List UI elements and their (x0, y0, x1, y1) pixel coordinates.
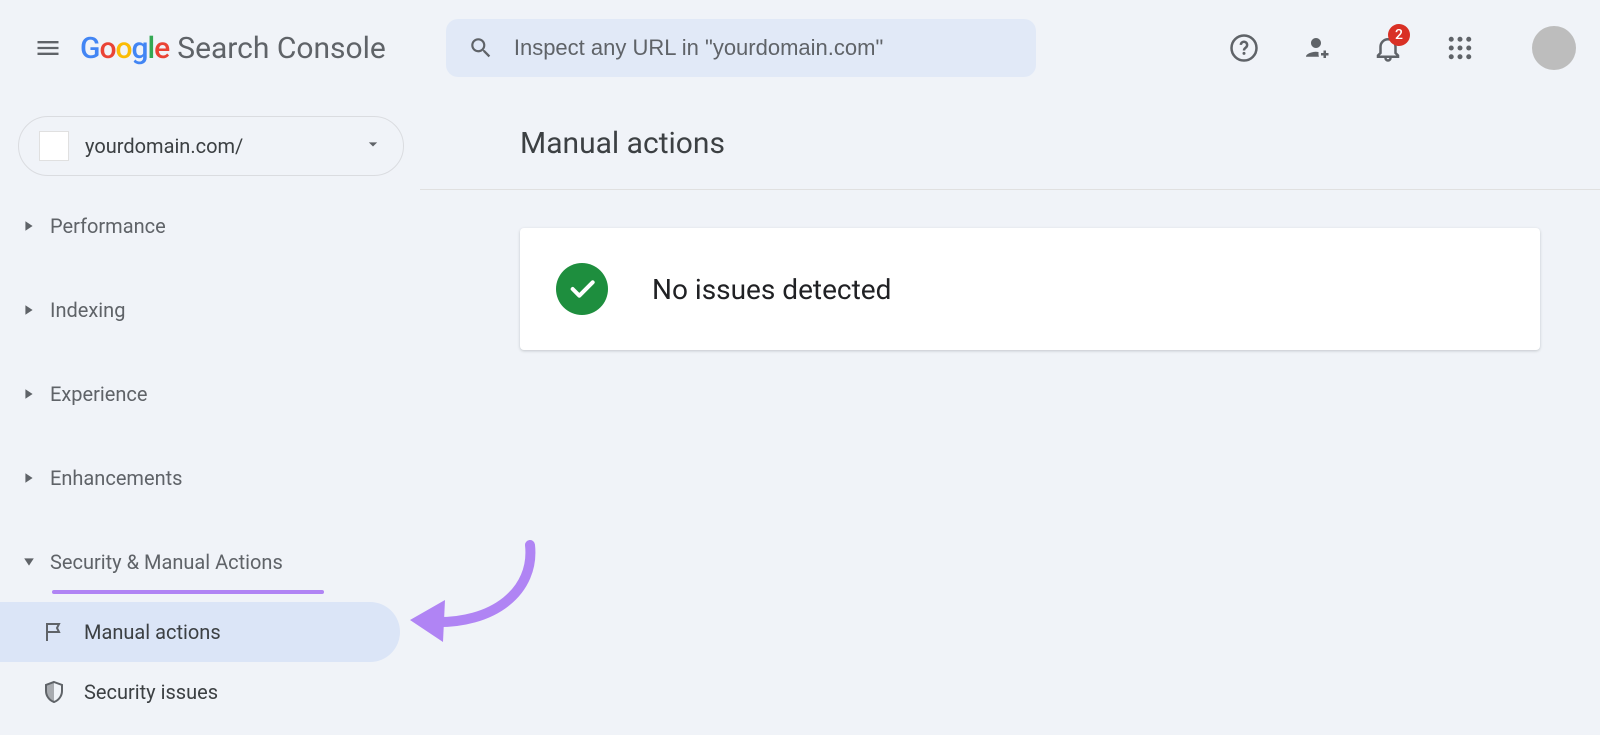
sidebar-item-label: Security issues (84, 680, 218, 704)
section-label: Performance (50, 214, 166, 238)
help-icon[interactable] (1224, 28, 1264, 68)
chevron-down-icon (363, 134, 383, 158)
product-name: Search Console (177, 31, 386, 66)
hamburger-menu-icon[interactable] (24, 24, 72, 72)
sidebar-section-experience[interactable]: Experience (0, 364, 420, 424)
section-label: Indexing (50, 298, 125, 322)
header-actions: 2 (1224, 26, 1576, 70)
flag-icon (42, 620, 66, 644)
section-label: Enhancements (50, 466, 182, 490)
sidebar-section-security[interactable]: Security & Manual Actions (0, 532, 420, 592)
caret-right-icon (22, 387, 36, 401)
logo: Google Search Console (80, 31, 386, 66)
caret-right-icon (22, 471, 36, 485)
section-label: Experience (50, 382, 148, 406)
sidebar-section-indexing[interactable]: Indexing (0, 280, 420, 340)
sidebar-section-performance[interactable]: Performance (0, 196, 420, 256)
page-title: Manual actions (520, 126, 1540, 161)
status-card: No issues detected (520, 228, 1540, 350)
check-circle-icon (556, 263, 608, 315)
search-bar[interactable] (446, 19, 1036, 77)
users-icon[interactable] (1296, 28, 1336, 68)
sidebar-item-manual-actions[interactable]: Manual actions (0, 602, 400, 662)
search-icon (468, 35, 494, 61)
sidebar-item-label: Manual actions (84, 620, 221, 644)
sidebar-section-enhancements[interactable]: Enhancements (0, 448, 420, 508)
avatar[interactable] (1532, 26, 1576, 70)
caret-right-icon (22, 219, 36, 233)
caret-down-icon (22, 555, 36, 569)
property-selector[interactable]: yourdomain.com/ (18, 116, 404, 176)
status-text: No issues detected (652, 273, 891, 306)
notifications-icon[interactable]: 2 (1368, 28, 1408, 68)
header: Google Search Console 2 (0, 0, 1600, 96)
search-input[interactable] (514, 35, 1014, 61)
divider (420, 189, 1600, 190)
apps-icon[interactable] (1440, 28, 1480, 68)
property-label: yourdomain.com/ (85, 134, 363, 158)
caret-right-icon (22, 303, 36, 317)
section-label: Security & Manual Actions (50, 550, 283, 574)
notification-badge: 2 (1388, 24, 1410, 46)
sidebar-item-security-issues[interactable]: Security issues (0, 662, 400, 722)
google-logo: Google (80, 31, 169, 66)
property-icon (39, 131, 69, 161)
shield-icon (42, 680, 66, 704)
sidebar: yourdomain.com/ Performance Indexing Exp… (0, 96, 420, 735)
content: Manual actions No issues detected (420, 96, 1600, 735)
